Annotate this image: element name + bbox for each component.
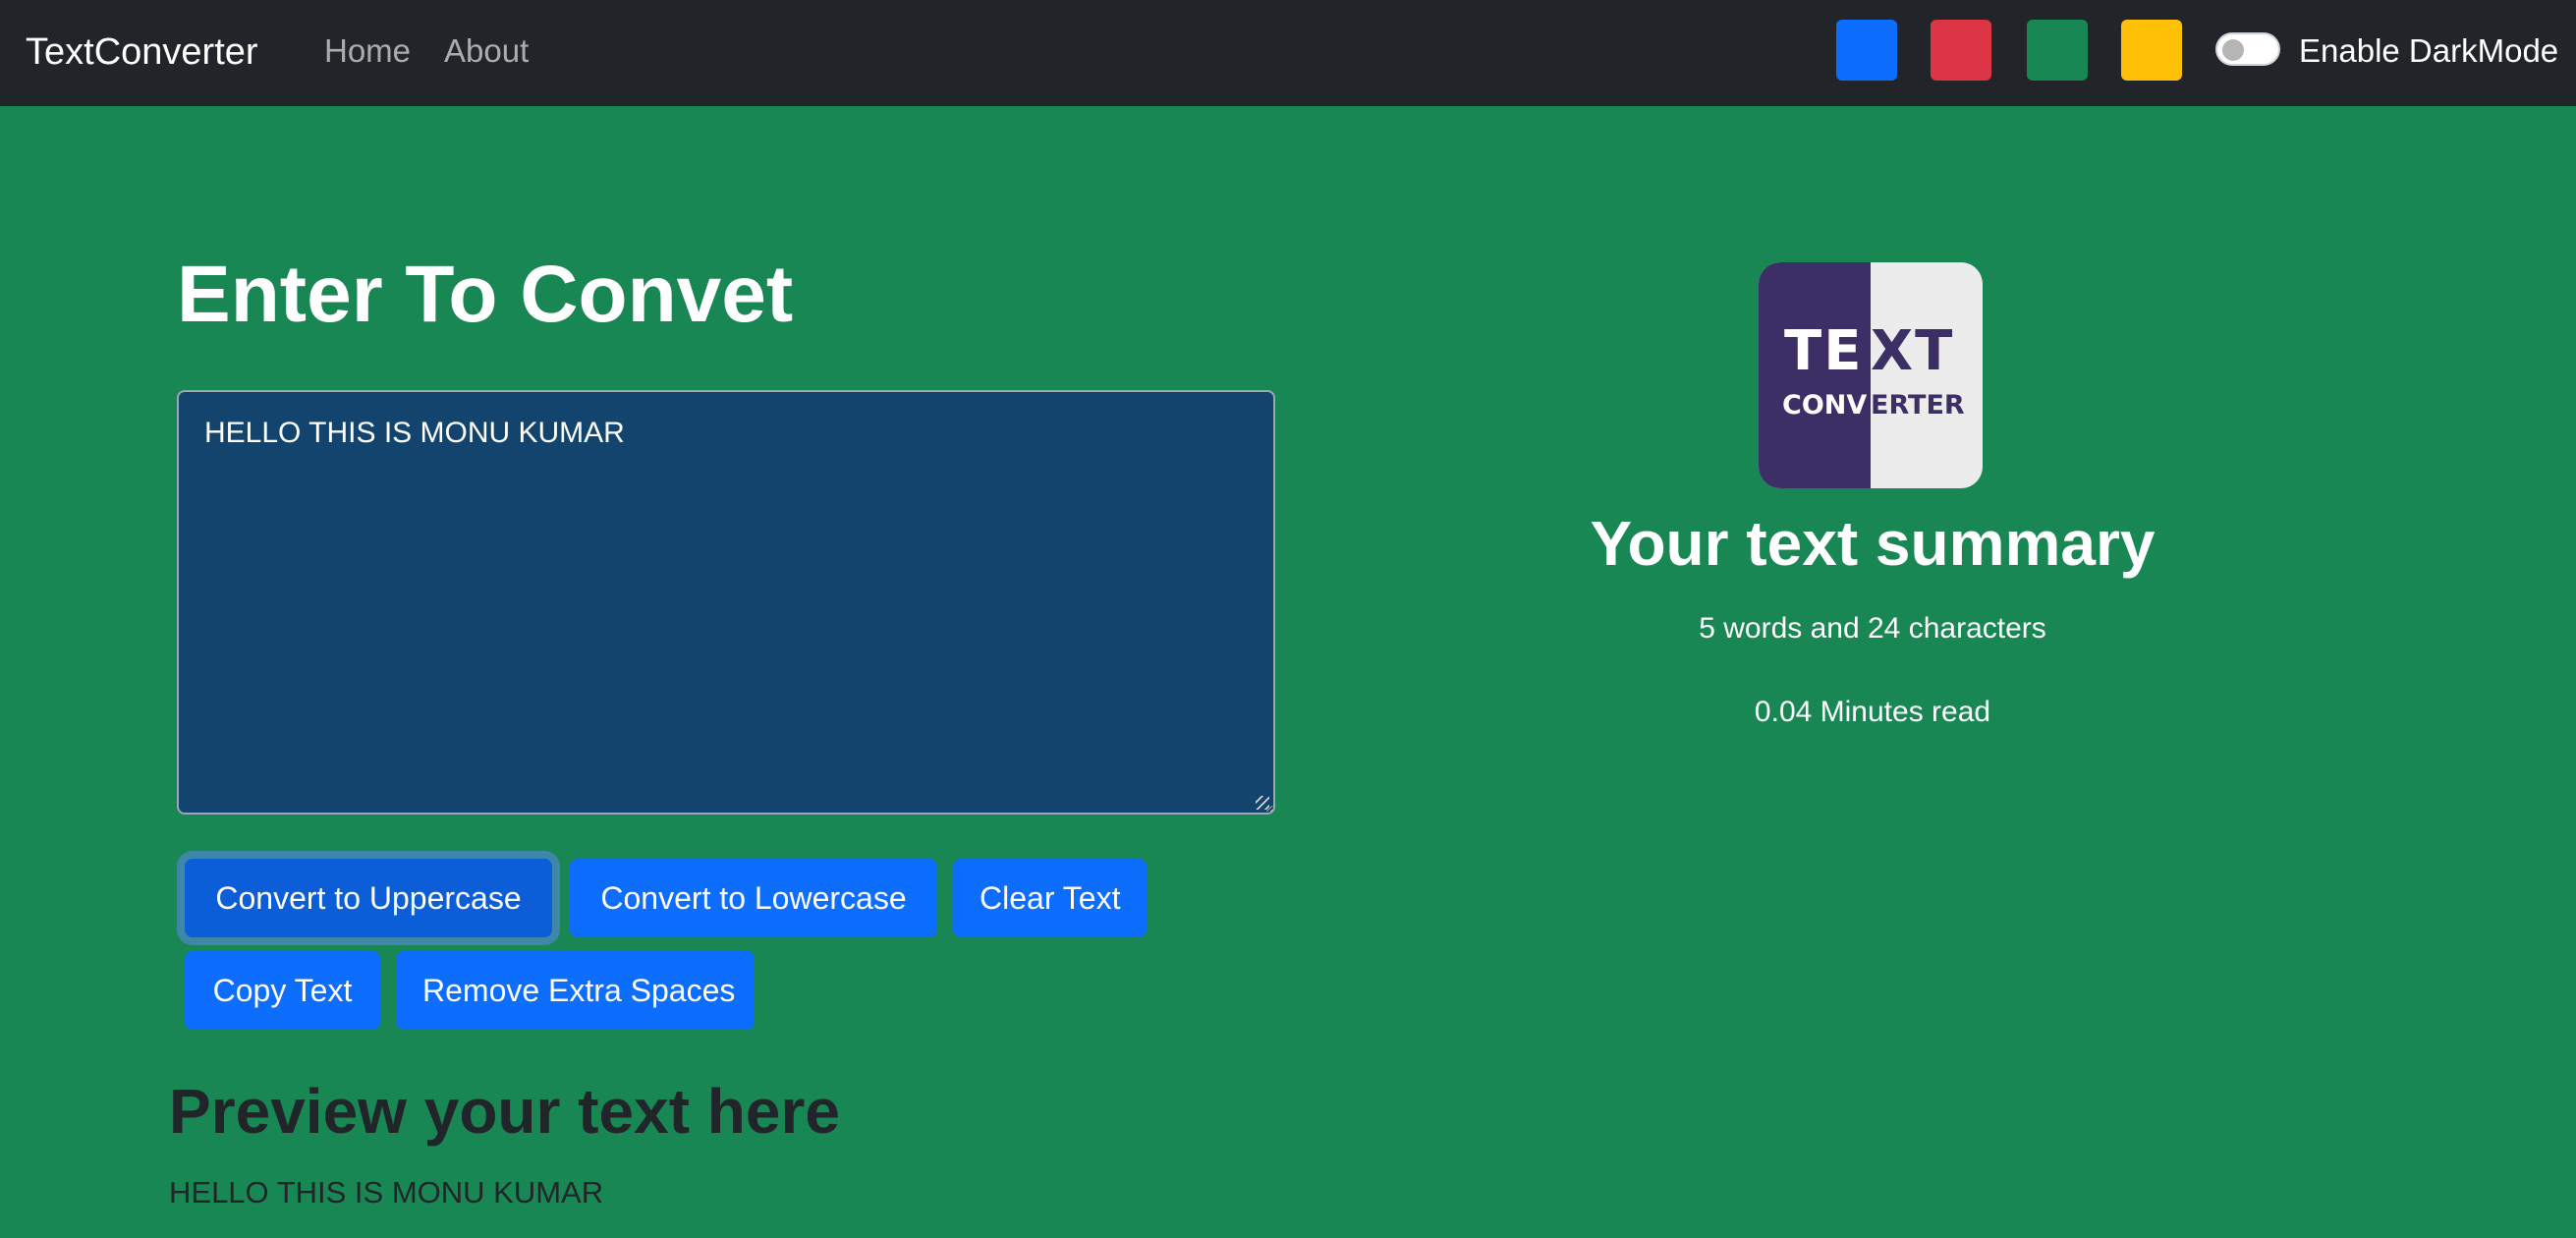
remove-extra-spaces-button[interactable]: Remove Extra Spaces bbox=[396, 951, 755, 1030]
page-title: Enter To Convet bbox=[177, 250, 794, 339]
convert-uppercase-button[interactable]: Convert to Uppercase bbox=[185, 859, 552, 937]
logo-sub-left: CONV bbox=[1782, 390, 1868, 421]
convert-lowercase-button[interactable]: Convert to Lowercase bbox=[570, 859, 937, 937]
theme-swatch-green[interactable] bbox=[2027, 20, 2088, 81]
summary-word-char-count: 5 words and 24 characters bbox=[1699, 612, 2046, 645]
dark-mode-toggle[interactable] bbox=[2215, 32, 2280, 66]
theme-swatch-red[interactable] bbox=[1931, 20, 1991, 81]
nav-link-about[interactable]: About bbox=[444, 29, 529, 73]
copy-text-button[interactable]: Copy Text bbox=[185, 951, 380, 1030]
text-converter-logo: TE XT CONV ERTER bbox=[1759, 262, 1983, 488]
logo-sub-right: ERTER bbox=[1871, 390, 1965, 421]
preview-title: Preview your text here bbox=[169, 1076, 840, 1147]
text-input-area[interactable]: HELLO THIS IS MONU KUMAR bbox=[177, 390, 1275, 815]
preview-text: HELLO THIS IS MONU KUMAR bbox=[169, 1175, 604, 1210]
brand-logo-text[interactable]: TextConverter bbox=[26, 28, 258, 77]
logo-title-right: XT bbox=[1871, 319, 1955, 383]
theme-swatch-yellow[interactable] bbox=[2121, 20, 2182, 81]
theme-swatch-blue[interactable] bbox=[1836, 20, 1897, 81]
dark-mode-label: Enable DarkMode bbox=[2299, 32, 2559, 69]
toggle-knob bbox=[2222, 39, 2244, 61]
nav-link-home[interactable]: Home bbox=[324, 29, 411, 73]
navbar: TextConverter Home About Enable DarkMode bbox=[0, 0, 2576, 106]
summary-title: Your text summary bbox=[1590, 508, 2156, 579]
summary-read-time: 0.04 Minutes read bbox=[1754, 696, 1991, 728]
logo-title-left: TE bbox=[1784, 319, 1864, 383]
clear-text-button[interactable]: Clear Text bbox=[953, 859, 1147, 937]
